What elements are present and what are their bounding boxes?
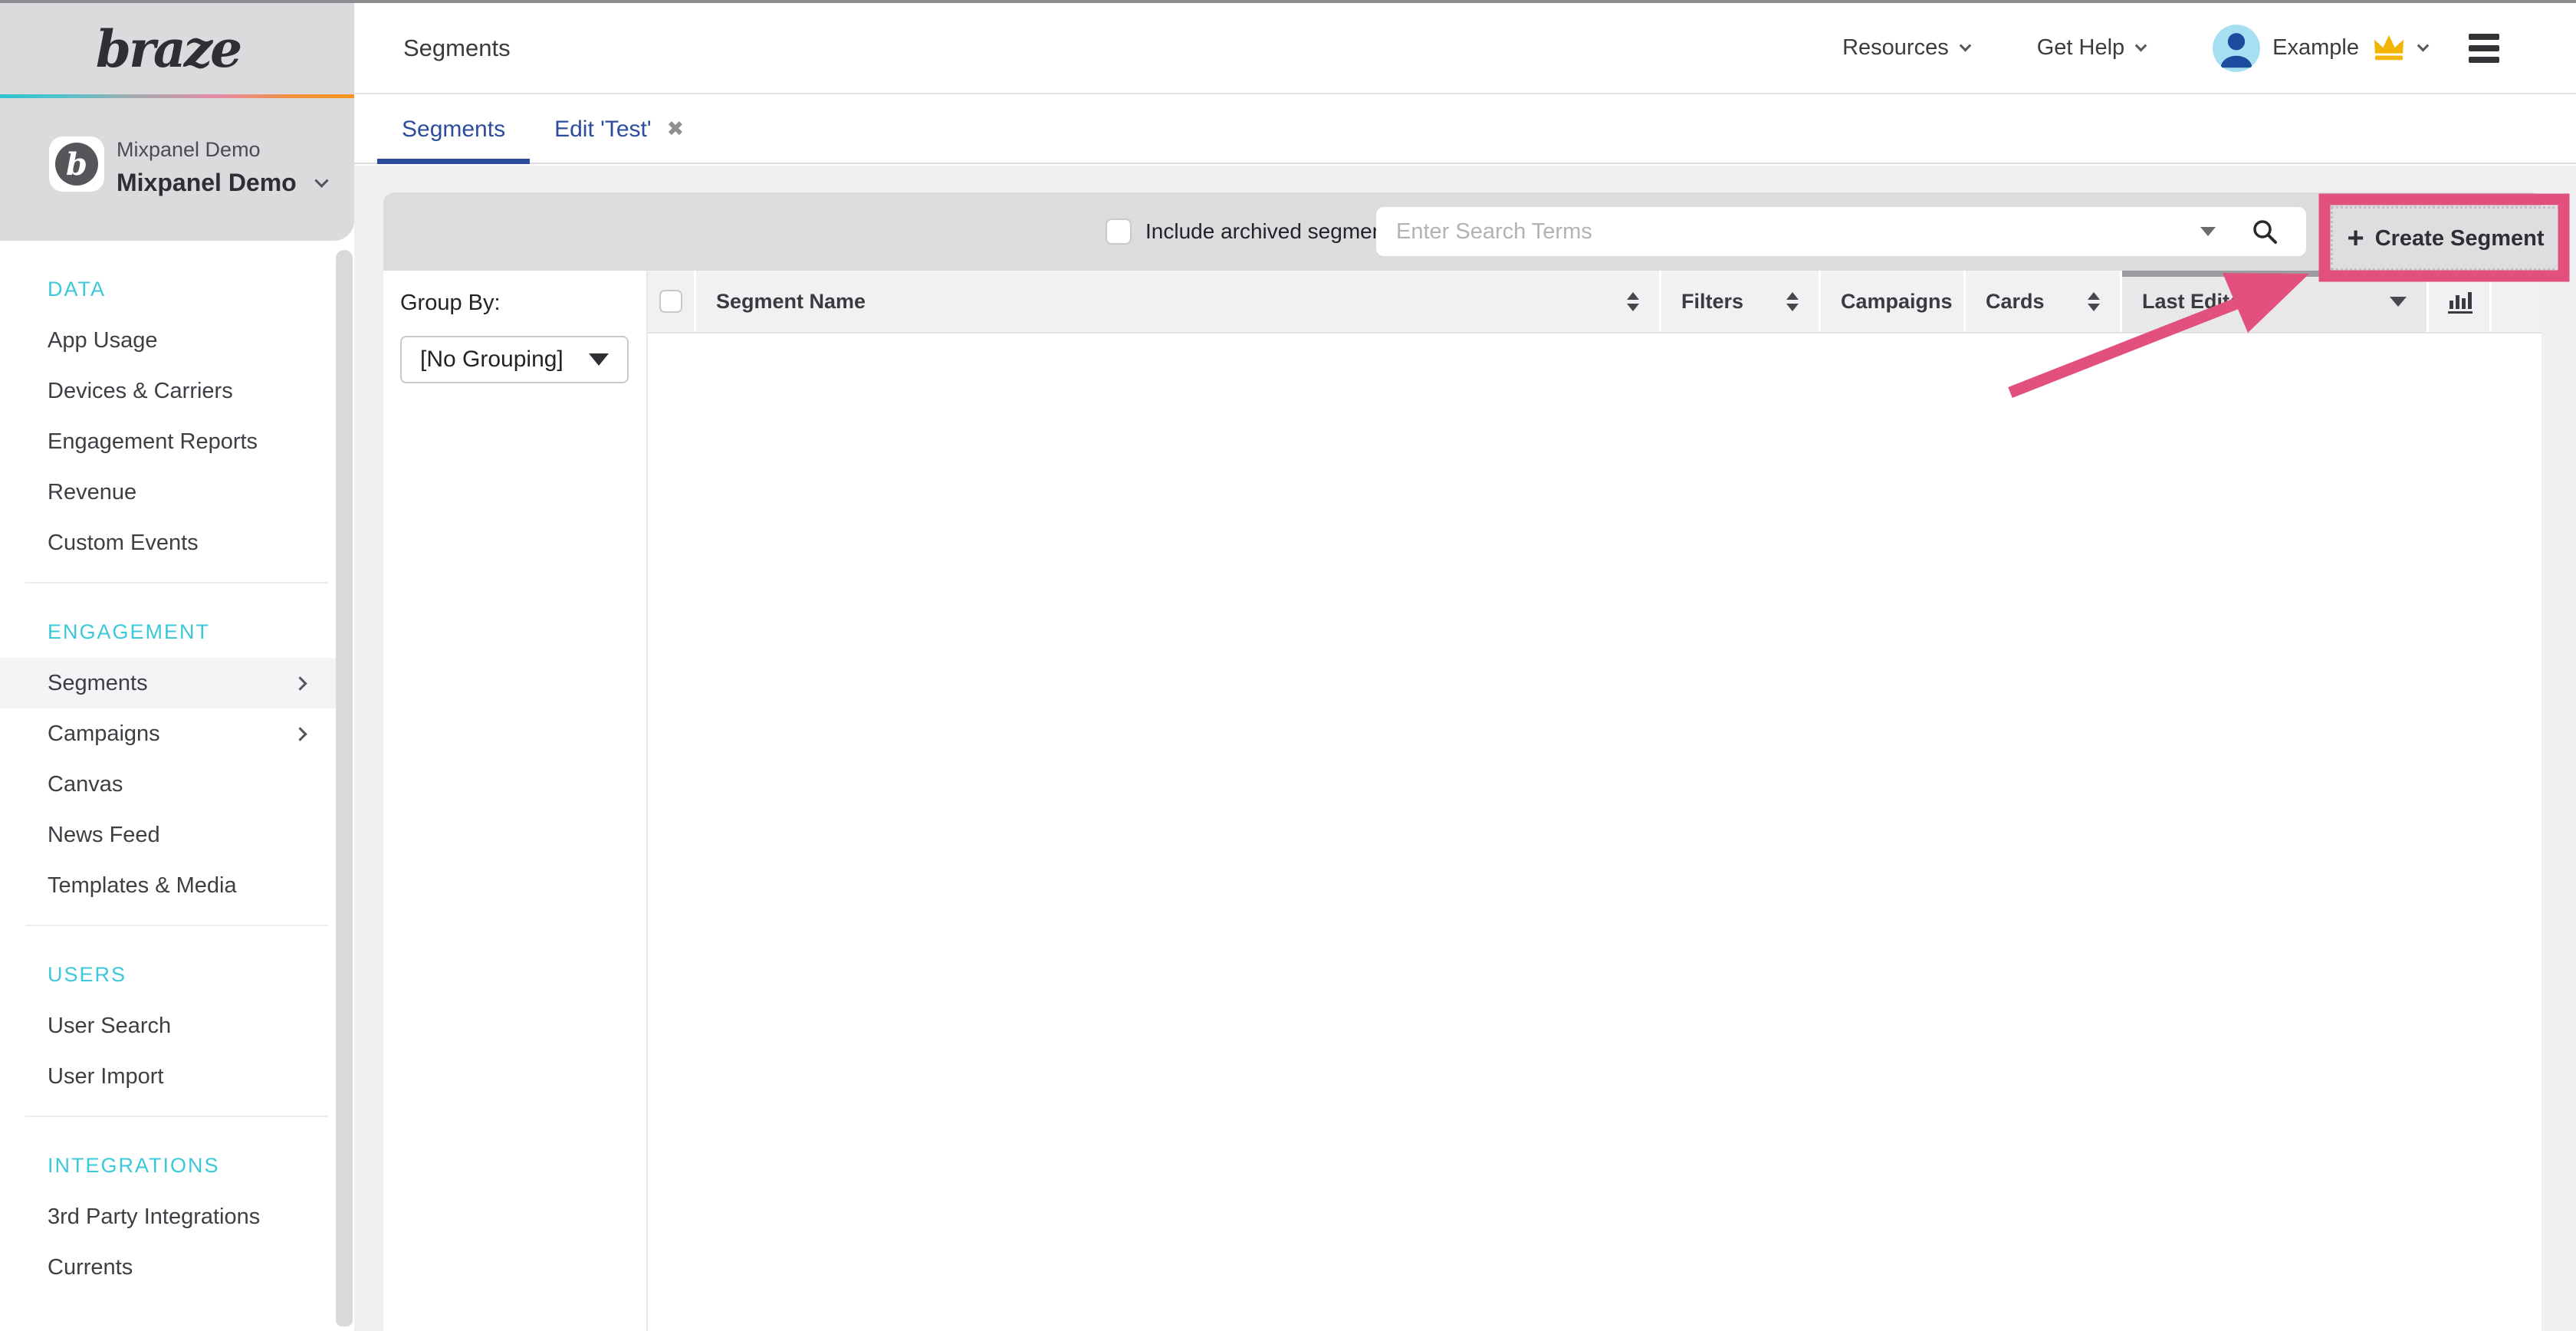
workspace-avatar: b: [55, 143, 98, 186]
group-by-label: Group By:: [400, 291, 629, 316]
table-body: [648, 334, 2542, 1331]
select-all-checkbox[interactable]: [659, 290, 682, 313]
sidebar-gutter: [336, 250, 353, 1326]
include-archived-checkbox[interactable]: [1106, 219, 1132, 245]
tab-bar: Segments Edit 'Test' ✖: [354, 96, 2576, 164]
sidebar-item-3rd-party-integrations[interactable]: 3rd Party Integrations: [0, 1191, 336, 1242]
tab-edit-test[interactable]: Edit 'Test' ✖: [530, 96, 708, 163]
search-icon[interactable]: [2251, 218, 2279, 245]
group-by-select[interactable]: [No Grouping]: [400, 336, 629, 383]
close-icon[interactable]: ✖: [667, 119, 685, 140]
crown-icon: [2371, 33, 2407, 64]
workspace-name: Mixpanel Demo: [117, 169, 297, 197]
sort-icon[interactable]: [1786, 292, 1799, 311]
sidebar-item-user-import[interactable]: User Import: [0, 1051, 336, 1102]
search-dropdown-caret-icon[interactable]: [2200, 227, 2216, 236]
tab-segments[interactable]: Segments: [377, 96, 530, 163]
segments-table: Segment Name Filters Campaigns Cards Las…: [648, 271, 2542, 1331]
user-menu[interactable]: Example: [2213, 25, 2427, 72]
segments-toolbar: Include archived segments + Create Segme…: [383, 192, 2542, 271]
sort-icon[interactable]: [2088, 292, 2100, 311]
chevron-right-icon: [293, 676, 307, 690]
sidebar-item-custom-events[interactable]: Custom Events: [0, 518, 336, 568]
sidebar-item-news-feed[interactable]: News Feed: [0, 810, 336, 860]
sidebar-item-templates-media[interactable]: Templates & Media: [0, 860, 336, 911]
hamburger-menu-icon[interactable]: [2469, 34, 2499, 63]
main-header: Segments Resources Get Help Example: [354, 3, 2576, 94]
bar-chart-icon: [2444, 286, 2475, 317]
sidebar-section-users: USERS: [0, 926, 336, 1001]
sort-icon[interactable]: [1627, 292, 1639, 311]
segments-panel: Include archived segments + Create Segme…: [383, 192, 2542, 1331]
user-avatar: [2213, 25, 2260, 72]
plus-icon: +: [2347, 224, 2364, 253]
workspace-switcher[interactable]: b Mixpanel Demo Mixpanel Demo: [0, 98, 354, 241]
window-top-border: [0, 0, 2576, 3]
sidebar-item-currents[interactable]: Currents: [0, 1242, 336, 1293]
sidebar-item-engagement-reports[interactable]: Engagement Reports: [0, 416, 336, 467]
sidebar-item-app-usage[interactable]: App Usage: [0, 315, 336, 366]
chevron-down-icon[interactable]: [314, 173, 328, 187]
sidebar-item-campaigns[interactable]: Campaigns: [0, 708, 336, 759]
user-name: Example: [2272, 35, 2359, 61]
column-filters[interactable]: Filters: [1659, 271, 1819, 332]
group-by-panel: Group By: [No Grouping]: [383, 271, 648, 1331]
sidebar-item-user-search[interactable]: User Search: [0, 1001, 336, 1051]
sidebar-item-revenue[interactable]: Revenue: [0, 467, 336, 518]
page-title: Segments: [403, 35, 511, 62]
column-segment-name[interactable]: Segment Name: [694, 271, 1659, 332]
sidebar-item-segments[interactable]: Segments: [0, 658, 336, 708]
resources-menu[interactable]: Resources: [1842, 35, 1970, 61]
workspace-company: Mixpanel Demo: [117, 138, 261, 162]
sidebar: DATA App Usage Devices & Carriers Engage…: [0, 241, 336, 1331]
chevron-down-icon: [1959, 40, 1971, 52]
sidebar-section-data: DATA: [0, 241, 336, 315]
get-help-menu[interactable]: Get Help: [2037, 35, 2145, 61]
column-last-edited[interactable]: Last Edited: [2120, 271, 2426, 332]
select-all-cell: [648, 271, 694, 332]
column-analytics[interactable]: [2426, 271, 2489, 332]
chevron-right-icon: [293, 727, 307, 741]
column-cards[interactable]: Cards: [1963, 271, 2120, 332]
workspace-icon: b: [49, 136, 104, 192]
include-archived-label: Include archived segments: [1145, 219, 1401, 244]
create-segment-button[interactable]: + Create Segment: [2331, 206, 2561, 271]
person-icon: [2213, 25, 2260, 72]
sidebar-item-canvas[interactable]: Canvas: [0, 759, 336, 810]
sidebar-section-engagement: ENGAGEMENT: [0, 583, 336, 658]
table-header-row: Segment Name Filters Campaigns Cards Las…: [648, 271, 2542, 334]
chevron-down-icon: [2135, 40, 2147, 52]
include-archived-control[interactable]: Include archived segments: [1106, 219, 1401, 245]
sort-caret-icon[interactable]: [2390, 297, 2407, 307]
search-input[interactable]: [1396, 219, 2200, 245]
segment-search[interactable]: [1376, 207, 2306, 256]
sidebar-section-integrations: INTEGRATIONS: [0, 1117, 336, 1191]
sidebar-item-devices-carriers[interactable]: Devices & Carriers: [0, 366, 336, 416]
table-header-empty: [2489, 271, 2542, 332]
chevron-down-icon: [2417, 40, 2430, 52]
column-campaigns[interactable]: Campaigns: [1819, 271, 1963, 332]
braze-logo: braze: [96, 19, 240, 79]
select-caret-icon: [589, 353, 609, 366]
brand-header: braze: [0, 3, 354, 94]
